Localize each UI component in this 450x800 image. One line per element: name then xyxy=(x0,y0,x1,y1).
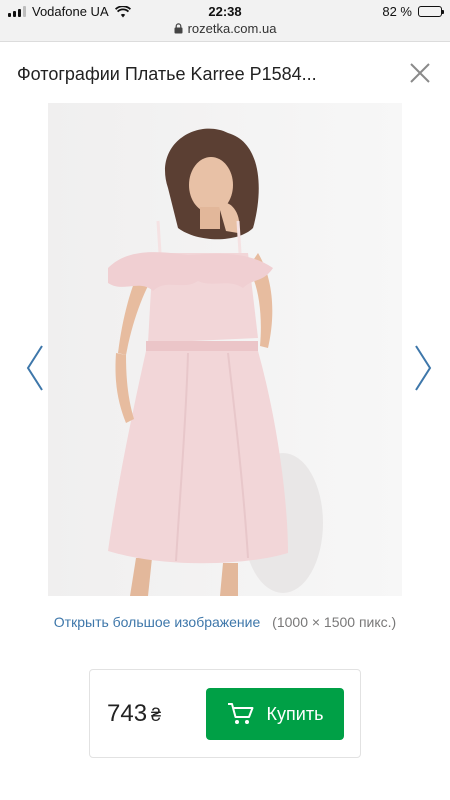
close-button[interactable] xyxy=(409,62,431,84)
cart-icon xyxy=(227,703,254,724)
buy-card: 743 ₴ Купить xyxy=(89,669,361,758)
price-currency: ₴ xyxy=(151,705,162,725)
dress-model-image xyxy=(48,103,402,596)
image-dimensions: (1000 × 1500 пикс.) xyxy=(272,614,397,630)
chevron-left-icon xyxy=(26,345,43,391)
url-domain: rozetka.com.ua xyxy=(187,21,277,36)
chevron-right-icon xyxy=(415,345,432,391)
close-icon xyxy=(410,63,430,83)
lock-icon xyxy=(174,23,183,34)
url-bar[interactable]: rozetka.com.ua xyxy=(0,21,450,36)
next-photo-button[interactable] xyxy=(412,344,434,392)
buy-button-label: Купить xyxy=(266,703,324,724)
buy-button[interactable]: Купить xyxy=(206,688,344,740)
page-title: Фотографии Платье Karree P1584... xyxy=(17,64,317,84)
open-large-image-link[interactable]: Открыть большое изображение xyxy=(54,614,260,630)
battery-icon xyxy=(418,6,444,17)
price-value: 743 xyxy=(107,700,148,727)
status-bar: Vodafone UA 22:38 82 % rozetka.com.ua xyxy=(0,0,450,42)
product-photo[interactable] xyxy=(48,103,402,596)
open-large-row: Открыть большое изображение (1000 × 1500… xyxy=(0,614,450,630)
modal-header: Фотографии Платье Karree P1584... xyxy=(0,42,450,106)
battery-info: 82 % xyxy=(382,4,444,19)
price: 743 ₴ xyxy=(107,700,161,728)
prev-photo-button[interactable] xyxy=(24,344,46,392)
battery-percent: 82 % xyxy=(382,4,412,19)
